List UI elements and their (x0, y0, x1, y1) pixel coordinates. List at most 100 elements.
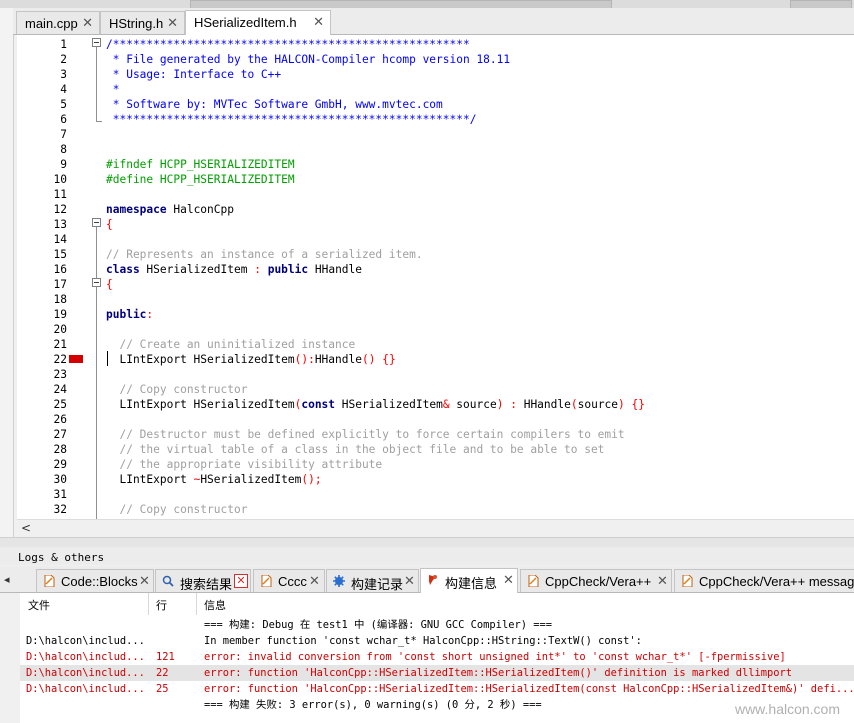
code-text: * (106, 82, 120, 97)
code-line[interactable]: 26 (17, 412, 854, 427)
code-line[interactable]: 16 class HSerializedItem : public HHandle (17, 262, 854, 277)
code-line[interactable]: 24 // Copy constructor (17, 382, 854, 397)
code-line[interactable]: 21 // Create an uninitialized instance (17, 337, 854, 352)
tab-cccc[interactable]: Cccc ✕ (253, 569, 325, 592)
document-icon (682, 575, 693, 587)
tab-hstring-h[interactable]: HString.h ✕ (100, 11, 185, 34)
code-line[interactable]: 19 public: (17, 307, 854, 322)
tab-build-messages[interactable]: 构建信息 ✕ (420, 568, 518, 593)
tab-hserializeditem-h[interactable]: HSerializedItem.h ✕ (185, 10, 331, 35)
tab-main-cpp[interactable]: main.cpp ✕ (16, 11, 100, 34)
close-icon[interactable]: ✕ (234, 574, 248, 588)
code-line[interactable]: 20 (17, 322, 854, 337)
code-text: * File generated by the HALCON-Compiler … (106, 52, 510, 67)
tab-label: HSerializedItem.h (194, 15, 297, 30)
code-line[interactable]: 2 * File generated by the HALCON-Compile… (17, 52, 854, 67)
column-header-line[interactable]: 行 (156, 597, 167, 613)
code-token: * Usage: Interface to C++ (106, 68, 282, 81)
code-token: LIntExport HSerializedItem (106, 398, 295, 411)
code-token: public (267, 263, 309, 276)
message-row[interactable]: D:\halcon\includ... 121 error: invalid con… (20, 649, 854, 665)
code-line[interactable]: 29 // the appropriate visibility attribu… (17, 457, 854, 472)
column-separator[interactable] (196, 593, 197, 615)
code-line[interactable]: 23 (17, 367, 854, 382)
code-line[interactable]: 6 **************************************… (17, 112, 854, 127)
message-file: D:\halcon\includ... (26, 635, 145, 647)
fold-toggle-icon[interactable] (92, 278, 101, 287)
close-icon[interactable]: ✕ (404, 573, 415, 589)
code-token: : (254, 263, 261, 276)
code-line[interactable]: 18 (17, 292, 854, 307)
code-line[interactable]: 13 { (17, 217, 854, 232)
code-line[interactable]: 28 // the virtual table of a class in th… (17, 442, 854, 457)
code-line[interactable]: 12 namespace HalconCpp (17, 202, 854, 217)
tabs-scroll-left-icon[interactable]: ◂ (4, 573, 10, 586)
fold-toggle-icon[interactable] (92, 38, 101, 47)
message-row[interactable]: D:\halcon\includ... In member function 'c… (20, 633, 854, 649)
code-line[interactable]: 32 // Copy constructor (17, 502, 854, 517)
close-icon[interactable]: ✕ (167, 15, 178, 31)
code-line[interactable]: 5 * Software by: MVTec Software GmbH, ww… (17, 97, 854, 112)
code-line[interactable]: 3 * Usage: Interface to C++ (17, 67, 854, 82)
message-text: error: function 'HalconCpp::HSerializedI… (204, 667, 793, 679)
message-row[interactable]: D:\halcon\includ... 25 error: function 'Ha… (20, 681, 854, 697)
code-line[interactable]: 27 // Destructor must be defined explici… (17, 427, 854, 442)
close-icon[interactable]: ✕ (313, 14, 324, 30)
line-number: 29 (53, 458, 67, 471)
tab-build-log[interactable]: 构建记录 ✕ (326, 569, 419, 592)
close-icon[interactable]: ✕ (309, 573, 320, 589)
line-number: 26 (53, 413, 67, 426)
tab-cppcheck-messages[interactable]: CppCheck/Vera++ messages (674, 569, 854, 592)
code-line[interactable]: 15 // Represents an instance of a seriali… (17, 247, 854, 262)
code-line[interactable]: 7 (17, 127, 854, 142)
code-line[interactable]: 31 (17, 487, 854, 502)
fold-end (96, 121, 102, 122)
code-line[interactable]: 17 { (17, 277, 854, 292)
code-editor[interactable]: 1 /**************************************… (17, 35, 854, 519)
code-line[interactable]: 25 LIntExport HSerializedItem (const HSer… (17, 397, 854, 412)
code-text: // Copy constructor (106, 382, 247, 397)
scroll-left-icon[interactable]: < (21, 521, 31, 535)
horizontal-scrollbar[interactable]: < (17, 519, 854, 537)
document-icon (261, 575, 272, 587)
logs-tab-bar: ◂ Code::Blocks ✕ 搜索结果 ✕ Cccc ✕ 构建记录 ✕ 构建… (0, 566, 854, 593)
code-token: HHandle (516, 398, 571, 411)
tab-cppcheck[interactable]: CppCheck/Vera++ ✕ (520, 569, 672, 592)
build-messages-list[interactable]: 文件 行 信息 === 构建: Debug 在 test1 中 (编译器: GN… (20, 593, 854, 723)
column-header-file[interactable]: 文件 (28, 597, 50, 613)
code-line[interactable]: 10 #define HCPP_HSERIALIZEDITEM (17, 172, 854, 187)
column-header-message[interactable]: 信息 (204, 597, 226, 613)
message-row[interactable]: === 构建: Debug 在 test1 中 (编译器: GNU GCC Co… (20, 617, 854, 633)
tab-search-results[interactable]: 搜索结果 ✕ (155, 569, 251, 592)
code-line[interactable]: 30 LIntExport ~HSerializedItem(); (17, 472, 854, 487)
message-text: === 构建 失败: 3 error(s), 0 warning(s) (0 分… (204, 699, 542, 711)
message-row[interactable]: === 构建 失败: 3 error(s), 0 warning(s) (0 分… (20, 697, 854, 713)
line-number: 18 (53, 293, 67, 306)
code-line[interactable]: 9 #ifndef HCPP_HSERIALIZEDITEM (17, 157, 854, 172)
message-row[interactable]: D:\halcon\includ... 22 error: function 'Ha… (20, 665, 854, 681)
fold-toggle-icon[interactable] (92, 218, 101, 227)
code-line[interactable]: 11 (17, 187, 854, 202)
code-token: ( (570, 398, 578, 411)
close-icon[interactable]: ✕ (503, 572, 514, 588)
close-icon[interactable]: ✕ (82, 15, 93, 31)
code-token: ) (618, 398, 625, 411)
code-line[interactable]: 4 * (17, 82, 854, 97)
tab-label: Code::Blocks (61, 574, 138, 589)
column-separator[interactable] (148, 593, 149, 615)
tab-label: main.cpp (25, 16, 78, 31)
logs-panel-title: Logs & others (0, 547, 854, 565)
message-line: 121 (156, 651, 175, 663)
code-line[interactable]: 14 (17, 232, 854, 247)
code-token: HSerializedItem (335, 398, 443, 411)
tab-codeblocks[interactable]: Code::Blocks ✕ (36, 569, 154, 592)
code-text: class HSerializedItem : public HHandle (106, 262, 362, 277)
message-file: D:\halcon\includ... (26, 651, 145, 663)
code-line[interactable]: 22 LIntExport HSerializedItem():HHandle(… (17, 352, 854, 367)
code-line[interactable]: 1 /**************************************… (17, 37, 854, 52)
close-icon[interactable]: ✕ (139, 573, 150, 589)
code-line[interactable]: 8 (17, 142, 854, 157)
close-icon[interactable]: ✕ (657, 573, 668, 589)
code-text: // Copy constructor (106, 502, 247, 517)
